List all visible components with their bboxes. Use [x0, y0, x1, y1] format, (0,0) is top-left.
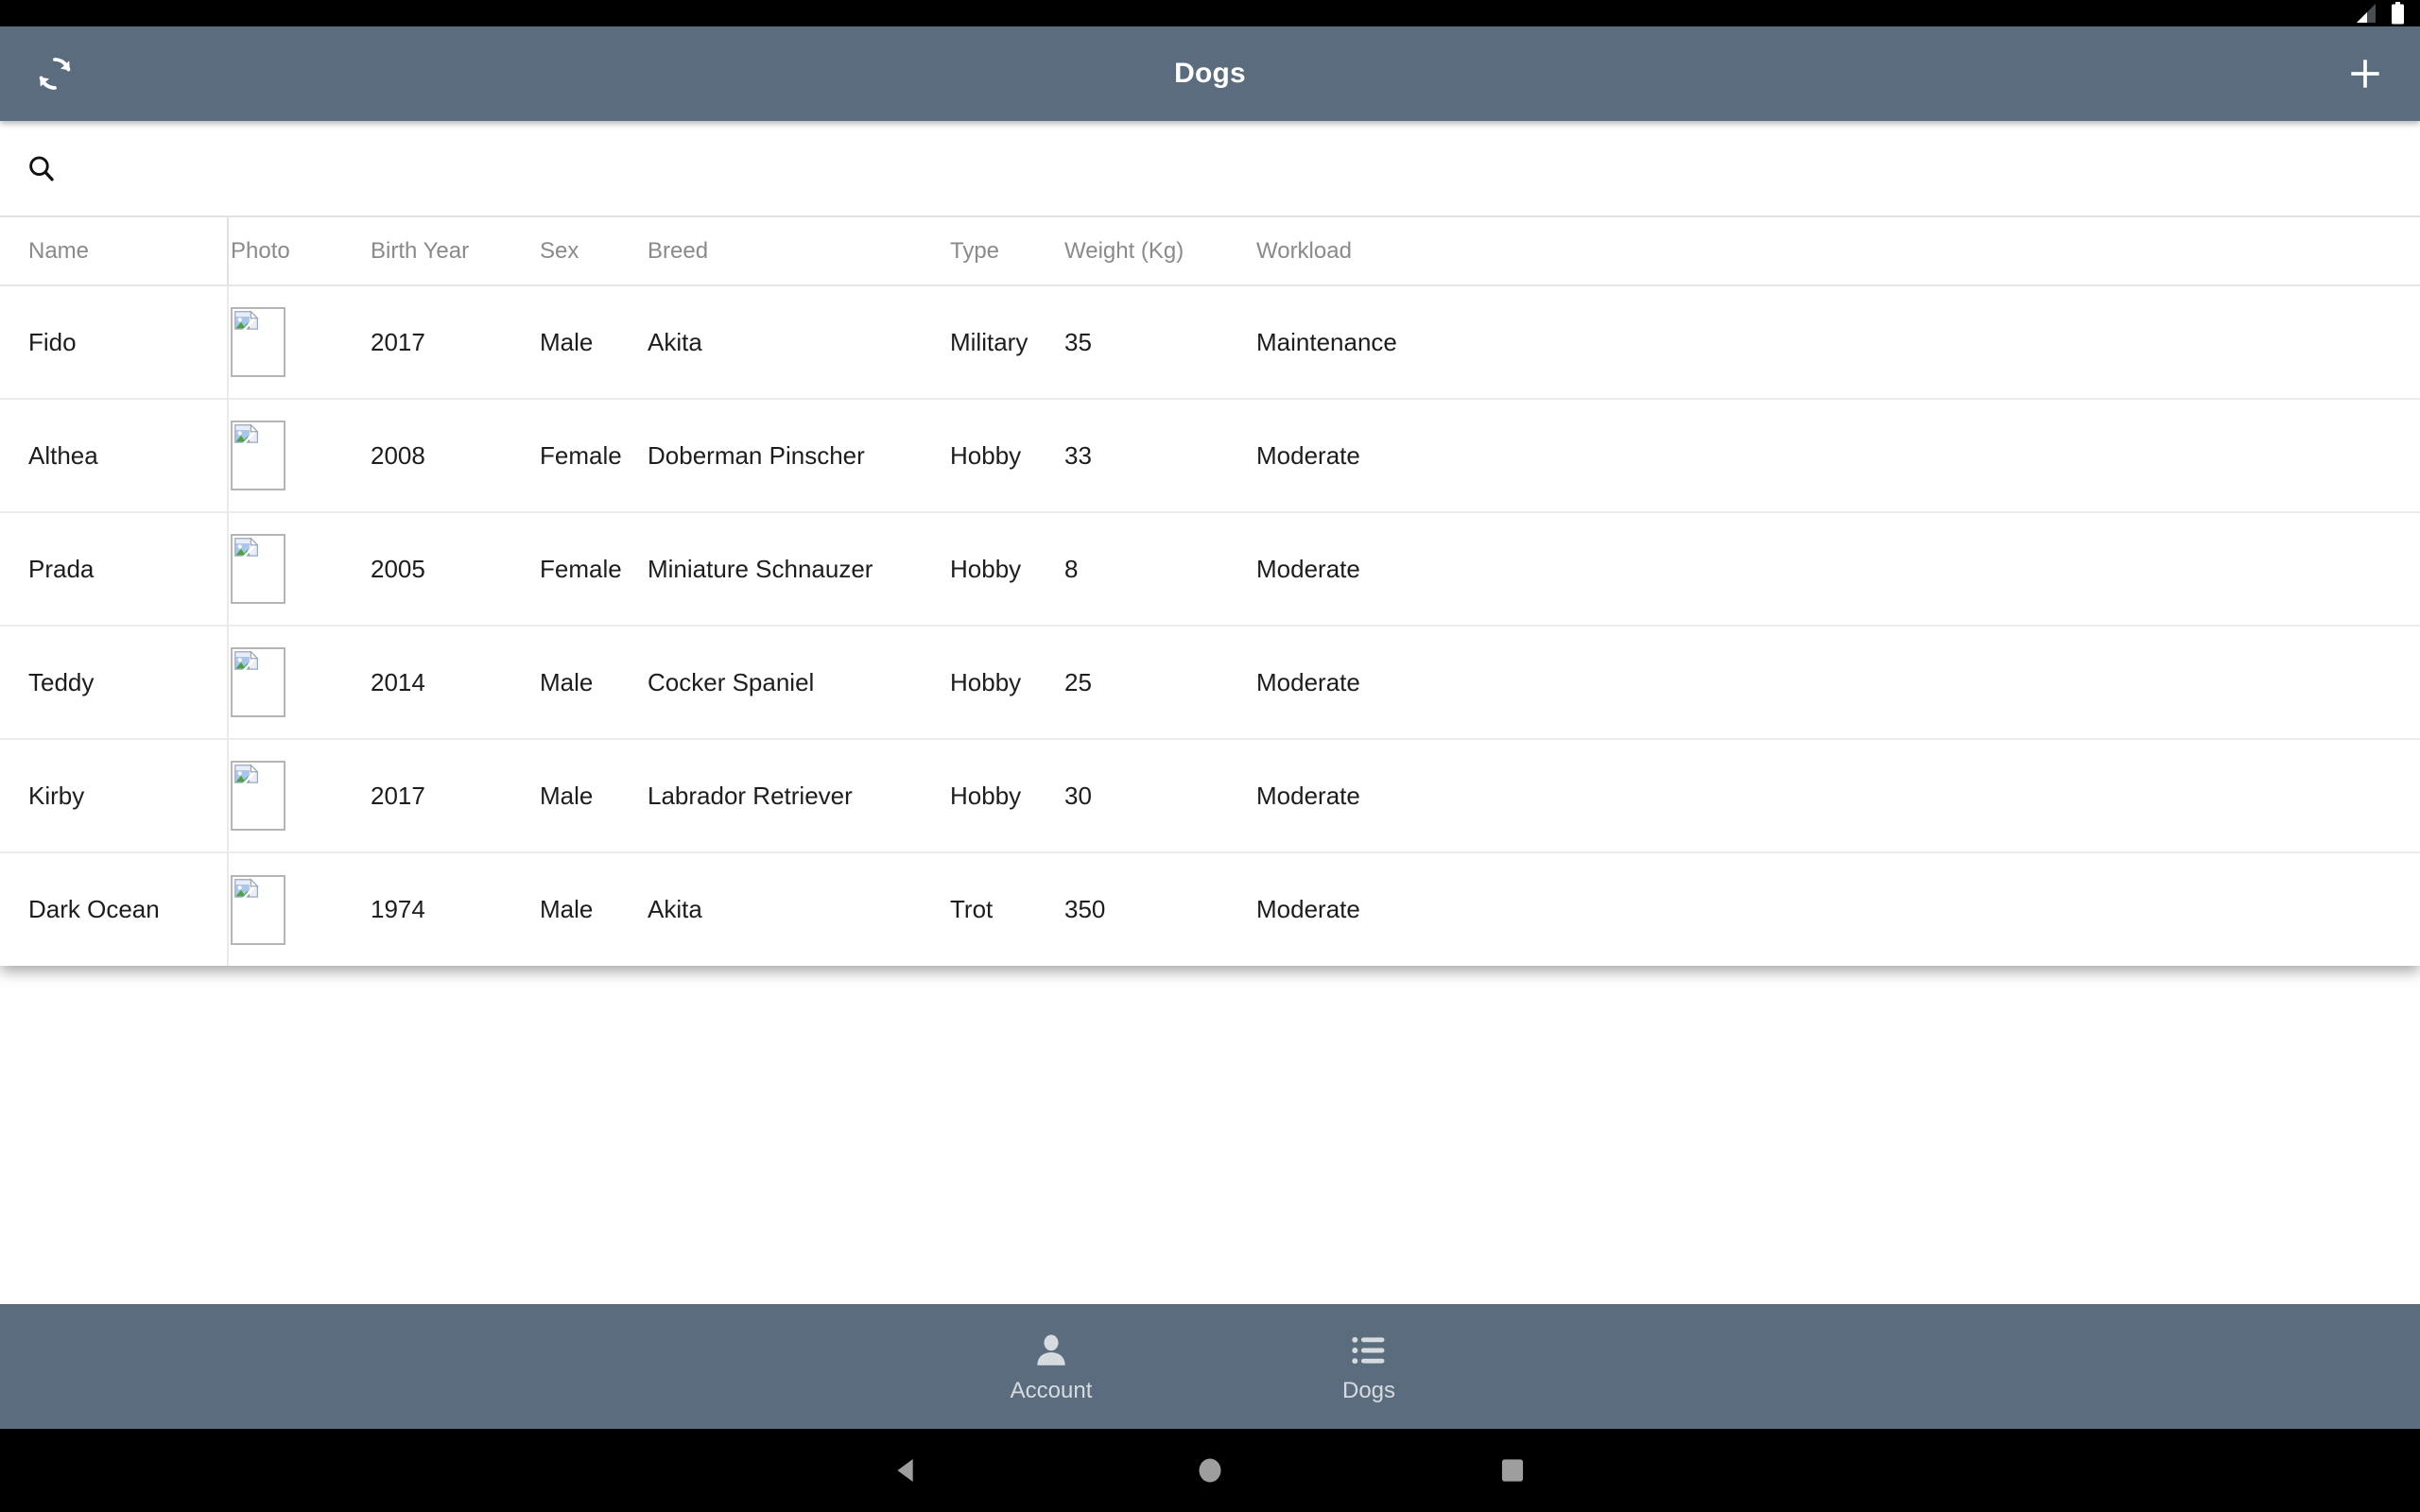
triangle-back-icon	[897, 1458, 913, 1483]
table-row[interactable]: Kirby 2017 Male Labrador Retriever Hobby 30 M…	[0, 739, 2420, 853]
cell-name: Dark Ocean	[0, 852, 229, 966]
table-row[interactable]: Prada 2005 Female Miniature Schnauzer Hobby…	[0, 512, 2420, 627]
table-row[interactable]: Teddy 2014 Male Cocker Spaniel Hobby 25 Moder…	[0, 626, 2420, 740]
cell-workload: Moderate	[1228, 626, 2420, 740]
broken-image-icon	[231, 874, 285, 945]
cell-birth: 1974	[342, 852, 511, 966]
table-row[interactable]: Althea 2008 Female Doberman Pinscher Hobby 3…	[0, 399, 2420, 513]
cell-weight: 25	[1036, 626, 1228, 740]
cell-sex: Male	[511, 739, 619, 853]
android-recents-button[interactable]	[1361, 1429, 1664, 1512]
cell-sex: Male	[511, 626, 619, 740]
cell-photo	[228, 285, 342, 400]
cell-name: Althea	[0, 399, 229, 513]
cell-name: Teddy	[0, 626, 229, 740]
table-body: Fido 2017 Male Akita Military 35 Maintenance A…	[0, 285, 2420, 966]
cell-name: Kirby	[0, 739, 229, 853]
search-icon[interactable]	[26, 153, 57, 184]
android-back-button[interactable]	[756, 1429, 1059, 1512]
refresh-button[interactable]	[0, 51, 110, 96]
circle-home-icon	[1199, 1458, 1221, 1483]
column-header-workload[interactable]: Workload	[1228, 217, 2420, 286]
person-icon	[1037, 1334, 1065, 1366]
cell-name: Fido	[0, 285, 229, 400]
cell-sex: Female	[511, 512, 622, 627]
cell-type: Hobby	[922, 399, 1036, 513]
cell-workload: Moderate	[1228, 739, 2420, 853]
cell-type: Hobby	[922, 512, 1036, 627]
cell-workload: Moderate	[1228, 512, 2420, 627]
cell-workload: Moderate	[1228, 399, 2420, 513]
android-navigation-bar	[0, 1429, 2420, 1512]
table-row[interactable]: Fido 2017 Male Akita Military 35 Maintenance	[0, 285, 2420, 400]
cell-breed: Akita	[619, 852, 922, 966]
tab-account-label: Account	[1010, 1378, 1093, 1403]
cell-photo	[228, 626, 342, 740]
cell-weight: 8	[1036, 512, 1228, 627]
cell-workload: Maintenance	[1228, 285, 2420, 400]
column-header-photo[interactable]: Photo	[228, 217, 342, 286]
cell-weight: 30	[1036, 739, 1228, 853]
cell-breed: Doberman Pinscher	[619, 399, 922, 513]
page-title: Dogs	[1174, 58, 1246, 89]
cell-photo	[228, 739, 342, 853]
cell-photo	[228, 512, 342, 627]
dogs-table-container: Name Photo Birth Year Sex Breed Type Wei…	[0, 215, 2420, 966]
cell-birth: 2017	[342, 285, 511, 400]
cell-type: Hobby	[922, 626, 1036, 740]
tab-dogs-label: Dogs	[1341, 1378, 1396, 1403]
cell-signal-icon	[2353, 3, 2377, 24]
cell-name: Prada	[0, 512, 229, 627]
broken-image-icon	[231, 534, 285, 604]
cell-birth: 2005	[342, 512, 511, 627]
cell-birth: 2014	[342, 626, 511, 740]
cell-birth: 2008	[342, 399, 511, 513]
dogs-table: Name Photo Birth Year Sex Breed Type Wei…	[0, 217, 2420, 966]
cell-sex: Male	[511, 852, 619, 966]
column-header-weight[interactable]: Weight (Kg)	[1036, 217, 1228, 286]
table-header-row: Name Photo Birth Year Sex Breed Type Wei…	[0, 217, 2420, 286]
android-home-button[interactable]	[1059, 1429, 1361, 1512]
column-header-breed[interactable]: Breed	[619, 217, 922, 286]
android-status-bar	[0, 0, 2420, 26]
bottom-navigation: Account Dogs	[0, 1304, 2420, 1429]
broken-image-icon	[231, 421, 285, 490]
battery-icon	[2391, 2, 2405, 25]
search-input[interactable]	[81, 140, 2420, 197]
plus-icon	[2351, 60, 2379, 88]
cell-breed: Akita	[619, 285, 922, 400]
tab-account[interactable]: Account	[892, 1304, 1210, 1429]
search-bar	[0, 121, 2420, 215]
add-button[interactable]	[2310, 53, 2420, 94]
cell-sex: Male	[511, 285, 619, 400]
cell-photo	[228, 399, 342, 513]
column-header-type[interactable]: Type	[922, 217, 1036, 286]
cell-weight: 350	[1036, 852, 1228, 966]
cell-workload: Moderate	[1228, 852, 2420, 966]
refresh-icon	[39, 58, 71, 90]
column-header-sex[interactable]: Sex	[511, 217, 619, 286]
table-row[interactable]: Dark Ocean 1974 Male Akita Trot 350 Moderate	[0, 852, 2420, 966]
table-header: Name Photo Birth Year Sex Breed Type Wei…	[0, 217, 2420, 286]
broken-image-icon	[231, 307, 285, 377]
cell-breed: Miniature Schnauzer	[619, 512, 922, 627]
cell-birth: 2017	[342, 739, 511, 853]
list-icon	[1352, 1336, 1385, 1365]
cell-type: Hobby	[922, 739, 1036, 853]
cell-type: Trot	[922, 852, 1036, 966]
cell-breed: Cocker Spaniel	[619, 626, 922, 740]
broken-image-icon	[231, 647, 285, 717]
app-bar: Dogs	[0, 26, 2420, 121]
cell-type: Military	[922, 285, 1036, 400]
cell-weight: 33	[1036, 399, 1228, 513]
column-header-birth-year[interactable]: Birth Year	[342, 217, 511, 286]
broken-image-icon	[231, 761, 285, 831]
cell-sex: Female	[511, 399, 622, 513]
column-header-name[interactable]: Name	[0, 217, 229, 286]
square-recents-icon	[1501, 1459, 1524, 1482]
cell-breed: Labrador Retriever	[619, 739, 922, 853]
cell-weight: 35	[1036, 285, 1228, 400]
tab-dogs[interactable]: Dogs	[1210, 1304, 1528, 1429]
cell-photo	[228, 852, 342, 966]
